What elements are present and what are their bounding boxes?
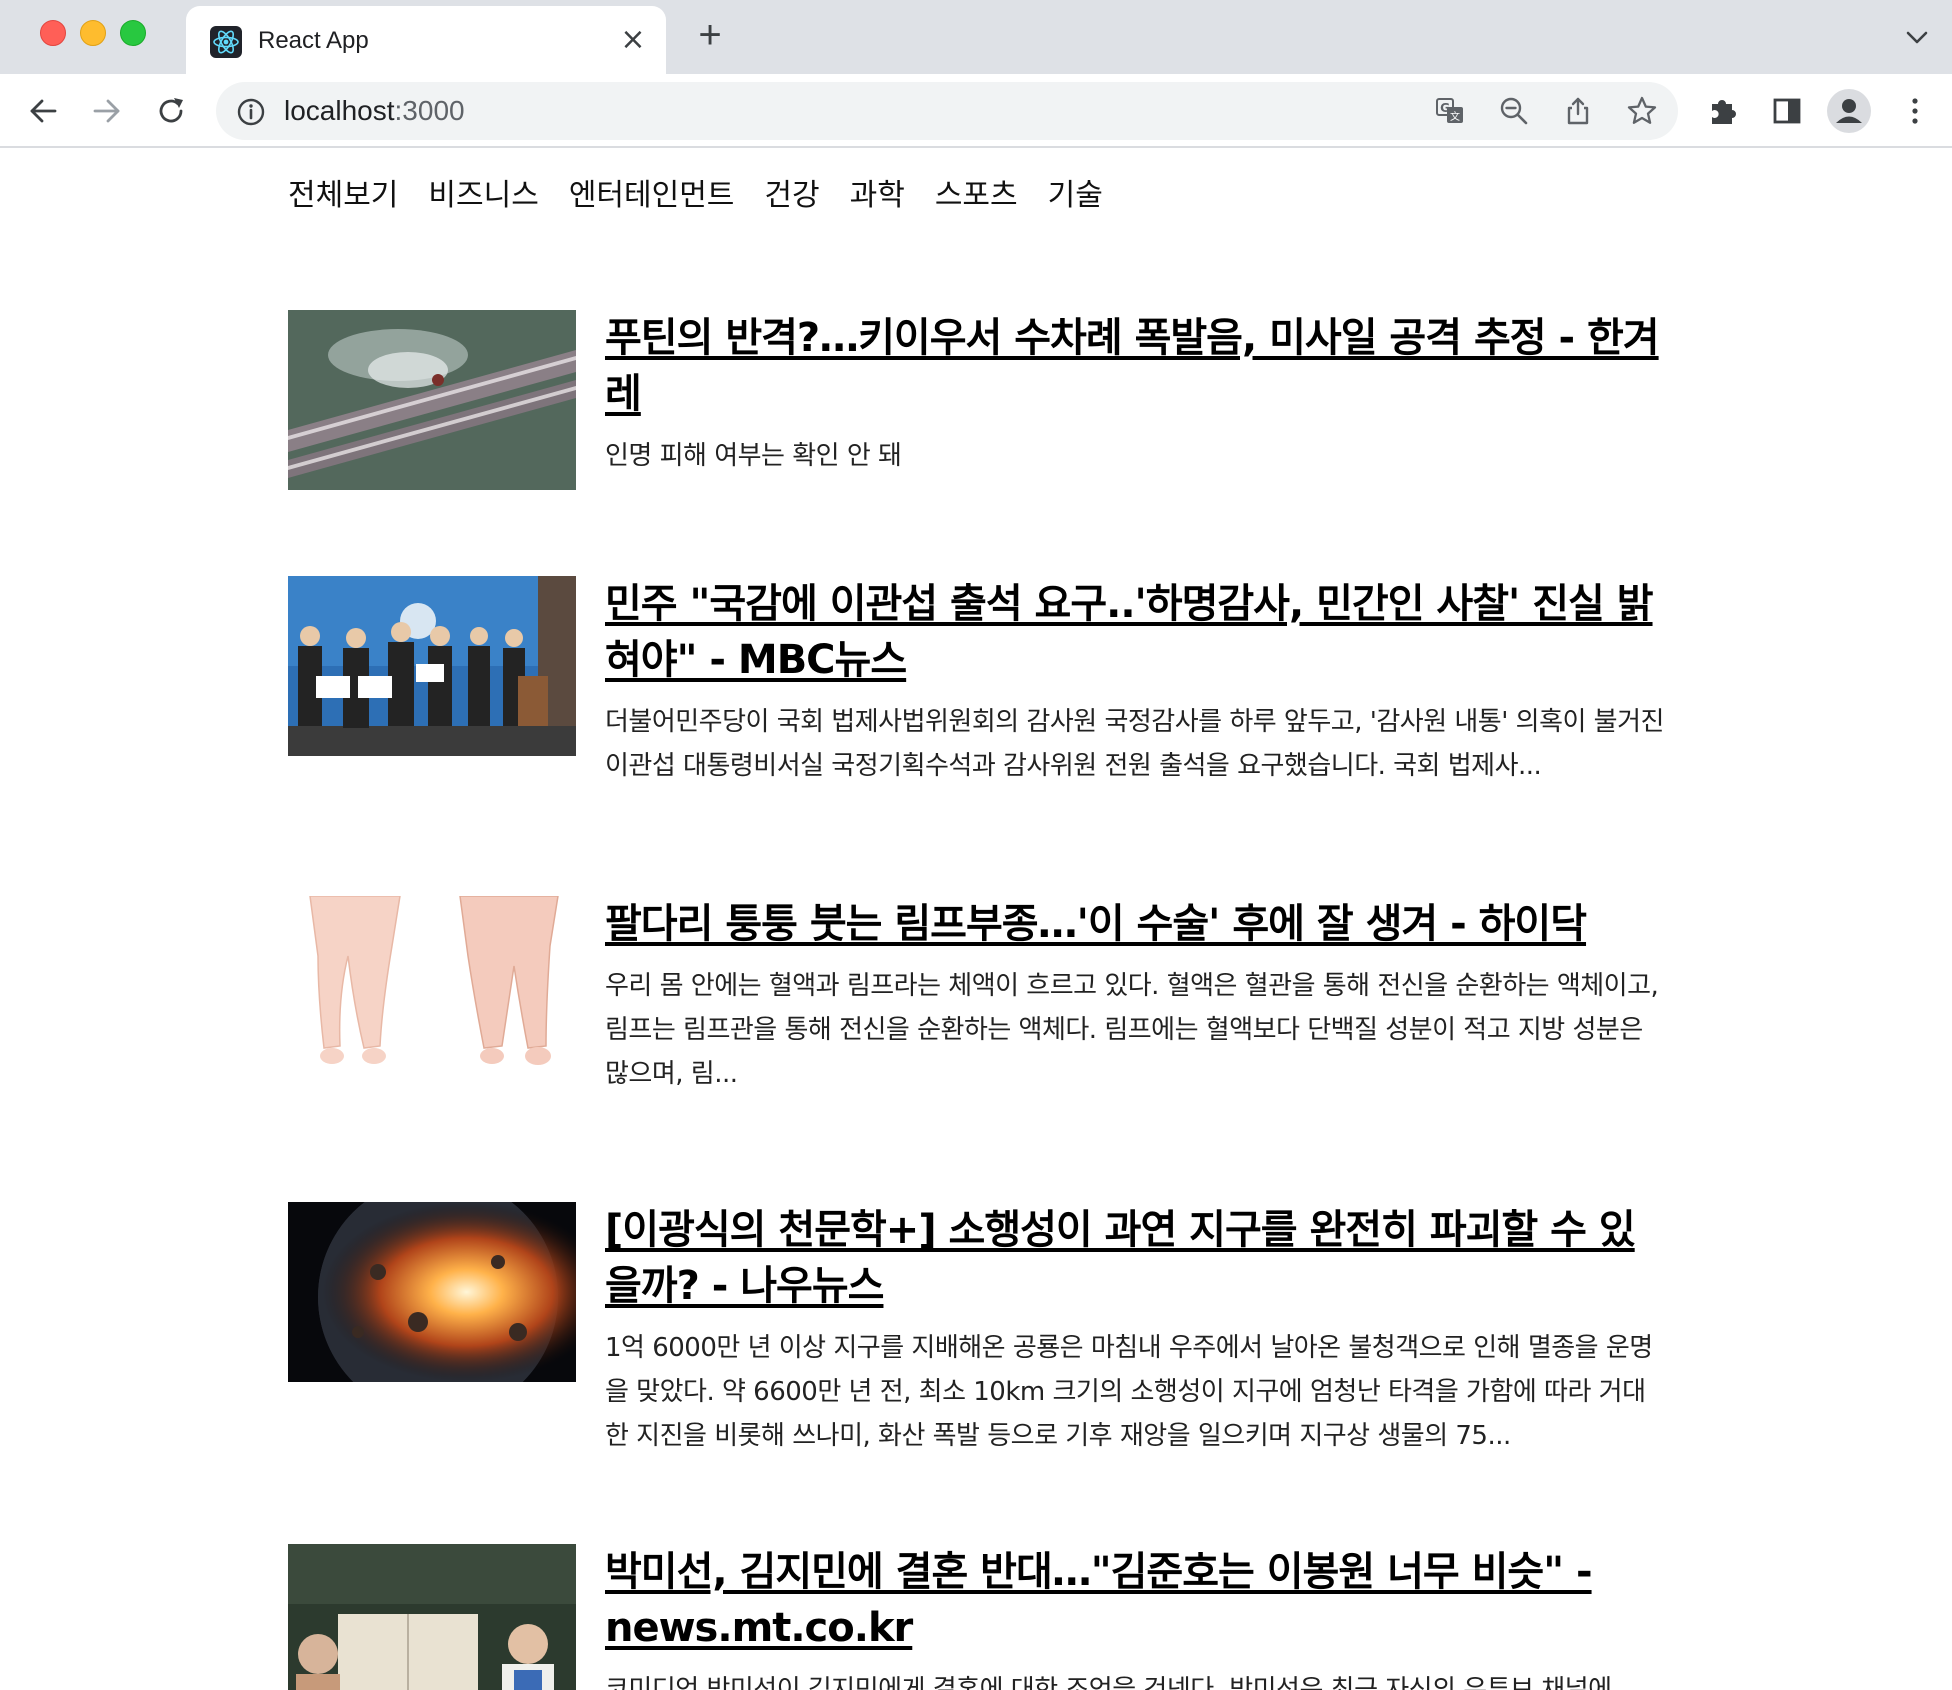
article-description: 더불어민주당이 국회 법제사법위원회의 감사원 국정감사를 하루 앞두고, '감… <box>605 707 1664 781</box>
article-title-link[interactable]: 민주 "국감에 이관섭 출석 요구..'하명감사, 민간인 사찰' 진실 밝혀야… <box>605 576 1665 688</box>
category-all[interactable]: 전체보기 <box>288 174 398 218</box>
article-body: 푸틴의 반격?…키이우서 수차례 폭발음, 미사일 공격 추정 - 한겨레 인명… <box>605 310 1665 478</box>
article-body: [이광식의 천문학+] 소행성이 과연 지구를 완전히 파괴할 수 있을까? -… <box>605 1202 1665 1458</box>
address-bar[interactable]: localhost:3000 G 文 <box>216 82 1678 140</box>
page-content: 전체보기 비즈니스 엔터테인먼트 건강 과학 스포츠 기술 푸틴의 반격?…키이… <box>0 148 1952 1690</box>
back-arrow-icon[interactable] <box>24 92 62 130</box>
browser-toolbar: localhost:3000 G 文 <box>0 74 1952 148</box>
zoom-out-icon[interactable] <box>1498 95 1530 127</box>
close-window-button[interactable] <box>40 20 66 46</box>
article-description: 1억 6000만 년 이상 지구를 지배해온 공룡은 마침내 우주에서 날아온 … <box>605 1333 1653 1451</box>
article-title-link[interactable]: 푸틴의 반격?…키이우서 수차례 폭발음, 미사일 공격 추정 - 한겨레 <box>605 310 1665 422</box>
close-tab-icon[interactable]: × <box>620 25 646 55</box>
tab-search-chevron-icon[interactable] <box>1902 24 1932 50</box>
article-thumbnail[interactable] <box>288 1202 576 1382</box>
browser-tab[interactable]: React App × <box>186 6 666 74</box>
reload-icon[interactable] <box>152 92 190 130</box>
info-icon[interactable] <box>236 97 266 127</box>
share-icon[interactable] <box>1562 95 1594 127</box>
side-panel-icon[interactable] <box>1768 92 1806 130</box>
kebab-menu-icon[interactable] <box>1896 92 1934 130</box>
svg-text:文: 文 <box>1450 110 1460 123</box>
forward-arrow-icon[interactable] <box>88 92 126 130</box>
article-thumbnail[interactable] <box>288 1544 576 1690</box>
tab-title: React App <box>258 27 369 54</box>
article-title-link[interactable]: [이광식의 천문학+] 소행성이 과연 지구를 완전히 파괴할 수 있을까? -… <box>605 1202 1665 1314</box>
category-sports[interactable]: 스포츠 <box>935 174 1018 218</box>
extensions-puzzle-icon[interactable] <box>1704 92 1742 130</box>
article-body: 박미선, 김지민에 결혼 반대…"김준호는 이봉원 너무 비슷" - news.… <box>605 1544 1665 1690</box>
tab-strip: React App × + <box>0 0 1952 74</box>
url-port: :3000 <box>394 95 465 126</box>
article-description: 인명 피해 여부는 확인 안 돼 <box>605 441 902 471</box>
article-body: 민주 "국감에 이관섭 출석 요구..'하명감사, 민간인 사찰' 진실 밝혀야… <box>605 576 1665 788</box>
maximize-window-button[interactable] <box>120 20 146 46</box>
category-business[interactable]: 비즈니스 <box>428 174 538 218</box>
article-thumbnail[interactable] <box>288 576 576 756</box>
article-description: 우리 몸 안에는 혈액과 림프라는 체액이 흐르고 있다. 혈액은 혈관을 통해… <box>605 971 1659 1089</box>
translate-icon[interactable]: G 文 <box>1434 95 1466 127</box>
article-thumbnail[interactable] <box>288 896 576 1076</box>
category-nav: 전체보기 비즈니스 엔터테인먼트 건강 과학 스포츠 기술 <box>288 174 1103 218</box>
category-entertainment[interactable]: 엔터테인먼트 <box>569 174 735 218</box>
article-description: 코미디언 박미선이 김지민에게 결혼에 대한 조언을 건넨다. 박미선은 최근 … <box>605 1675 1612 1690</box>
category-technology[interactable]: 기술 <box>1048 174 1103 218</box>
category-health[interactable]: 건강 <box>764 174 819 218</box>
react-logo-icon <box>210 26 242 58</box>
article-thumbnail[interactable] <box>288 310 576 490</box>
new-tab-button[interactable]: + <box>692 15 728 55</box>
profile-avatar-icon[interactable] <box>1826 88 1872 134</box>
article-title-link[interactable]: 박미선, 김지민에 결혼 반대…"김준호는 이봉원 너무 비슷" - news.… <box>605 1544 1665 1656</box>
url-host: localhost <box>284 95 395 126</box>
article-body: 팔다리 퉁퉁 붓는 림프부종…'이 수술' 후에 잘 생겨 - 하이닥 우리 몸… <box>605 896 1665 1096</box>
url-text[interactable]: localhost:3000 <box>284 94 465 128</box>
bookmark-star-icon[interactable] <box>1626 95 1658 127</box>
article-title-link[interactable]: 팔다리 퉁퉁 붓는 림프부종…'이 수술' 후에 잘 생겨 - 하이닥 <box>605 896 1665 952</box>
minimize-window-button[interactable] <box>80 20 106 46</box>
category-science[interactable]: 과학 <box>850 174 905 218</box>
